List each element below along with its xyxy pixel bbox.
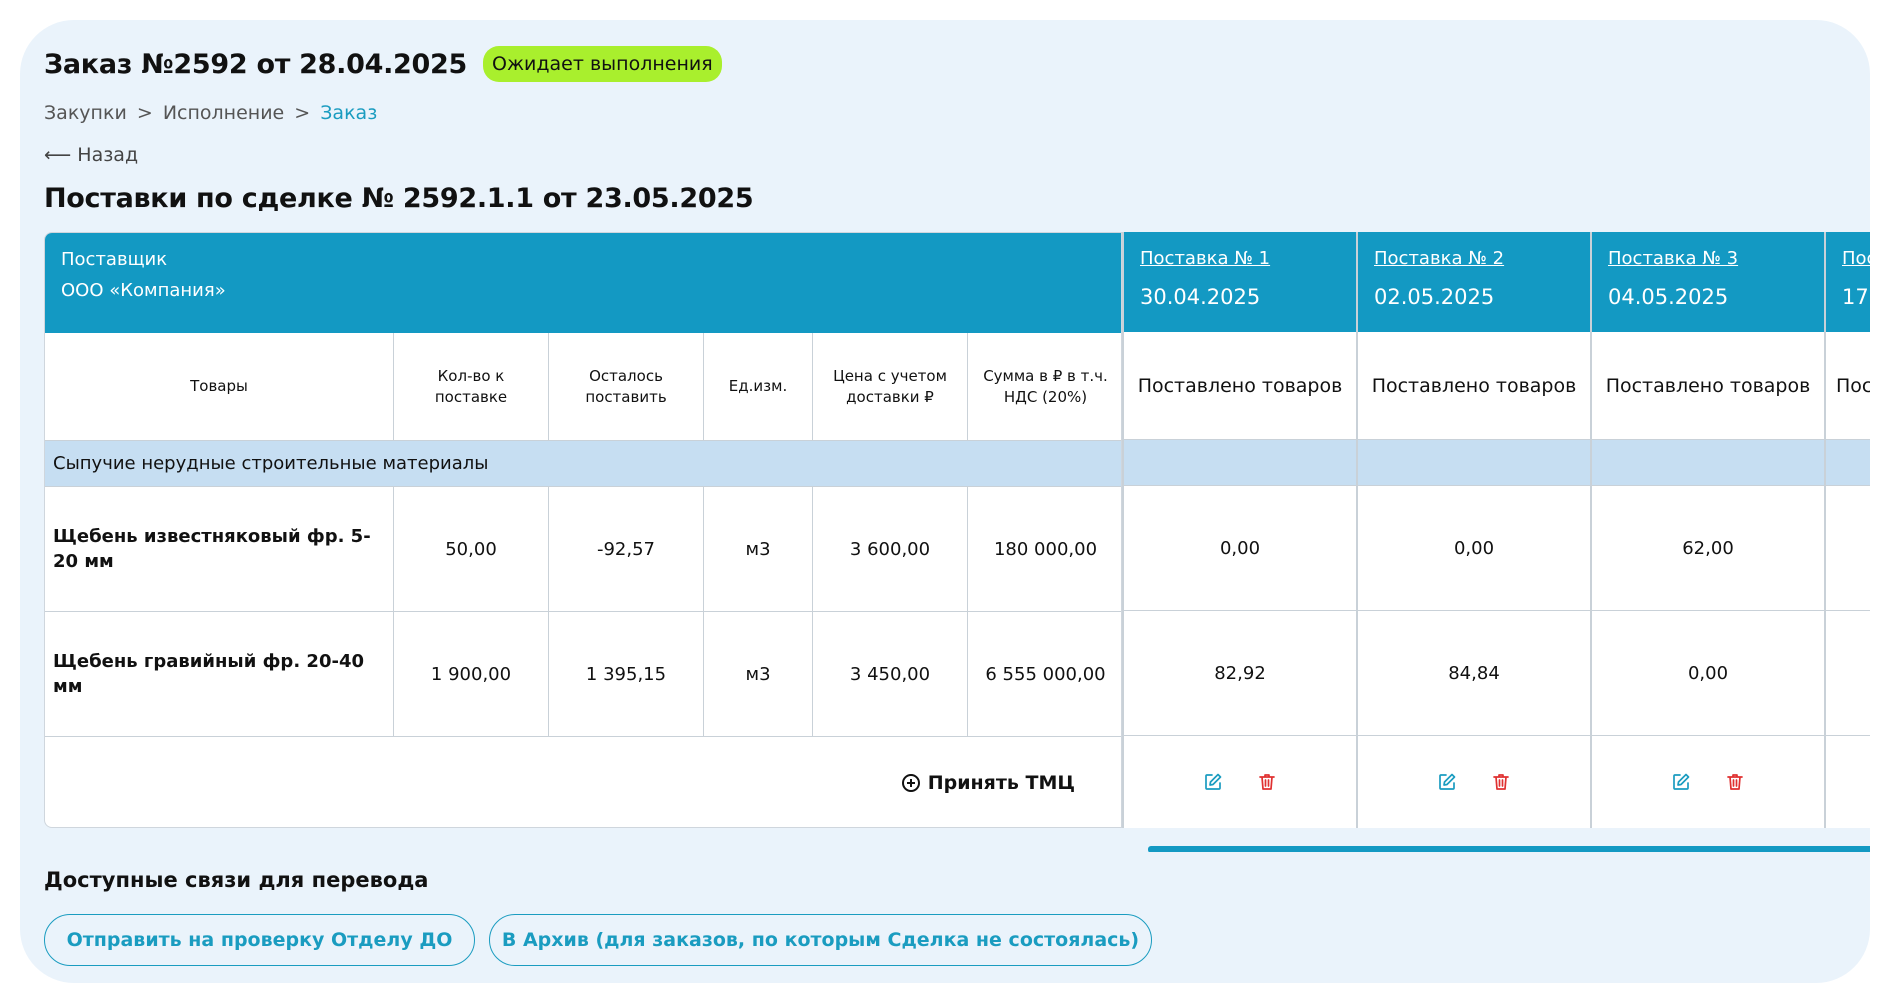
delivery-link[interactable]: Поставка № 2 [1374, 248, 1574, 269]
edit-icon[interactable] [1671, 772, 1691, 792]
delivery-column-2: Поставка № 2 02.05.2025 Поставлено товар… [1356, 232, 1590, 828]
price-cell: 3 450,00 [813, 612, 968, 736]
delivered-goods-header: Поставлено товаров [1358, 332, 1590, 440]
delivered-goods-header: Поставлено товаров [1826, 332, 1870, 440]
unit-cell: м3 [704, 612, 813, 736]
breadcrumb: Закупки > Исполнение > Заказ [44, 102, 377, 124]
plus-circle-icon [901, 774, 920, 792]
delivery-link[interactable]: Поставка № 4 [1842, 248, 1870, 269]
delivery-actions [1124, 736, 1356, 828]
table-footer: Принять ТМЦ [45, 737, 1121, 827]
delivery-header: Поставка № 4 17.05.2025 [1826, 232, 1870, 332]
delivery-date: 04.05.2025 [1608, 285, 1729, 309]
delivery-header: Поставка № 2 02.05.2025 [1358, 232, 1590, 332]
delivered-qty-cell: 82,92 [1124, 611, 1356, 736]
delivered-qty-cell [1826, 611, 1870, 736]
table-row: Щебень известняковый фр. 5-20 мм 50,00 -… [45, 487, 1121, 612]
delivery-actions [1826, 736, 1870, 828]
product-name: Щебень известняковый фр. 5-20 мм [45, 487, 394, 611]
delivered-goods-header: Поставлено товаров [1592, 332, 1824, 440]
breadcrumb-item-current[interactable]: Заказ [320, 102, 377, 124]
group-row: Сыпучие нерудные строительные материалы [45, 441, 1121, 487]
delivered-qty-cell: 0,00 [1358, 486, 1590, 611]
unit-cell: м3 [704, 487, 813, 611]
delete-icon[interactable] [1257, 772, 1277, 792]
delivery-date: 30.04.2025 [1140, 285, 1261, 309]
delivered-qty-cell: 62,00 [1592, 486, 1824, 611]
qty-cell: 1 900,00 [394, 612, 549, 736]
goods-table: Поставщик ООО «Компания» Товары Кол-во к… [44, 232, 1122, 828]
transitions-title: Доступные связи для перевода [44, 868, 429, 892]
supplier-name: ООО «Компания» [61, 280, 226, 301]
send-to-review-button[interactable]: Отправить на проверку Отделу ДО [44, 914, 475, 966]
column-header-sum: Сумма в ₽ в т.ч. НДС (20%) [983, 367, 1108, 406]
edit-icon[interactable] [1437, 772, 1457, 792]
sum-cell: 6 555 000,00 [985, 663, 1106, 685]
breadcrumb-separator: > [136, 102, 153, 124]
delivery-link[interactable]: Поставка № 1 [1140, 248, 1340, 269]
delete-icon[interactable] [1491, 772, 1511, 792]
delivery-column-3: Поставка № 3 04.05.2025 Поставлено товар… [1590, 232, 1824, 828]
horizontal-scrollbar[interactable] [1148, 846, 1870, 852]
edit-icon[interactable] [1203, 772, 1223, 792]
remaining-cell: -92,57 [549, 487, 704, 611]
group-row-cell [1124, 440, 1356, 486]
delivery-date: 02.05.2025 [1374, 285, 1495, 309]
breadcrumb-item-purchases[interactable]: Закупки [44, 102, 127, 124]
delivery-header: Поставка № 1 30.04.2025 [1124, 232, 1356, 332]
supplier-header: Поставщик ООО «Компания» [45, 233, 1121, 333]
accept-goods-button[interactable]: Принять ТМЦ [901, 772, 1075, 794]
page-title: Заказ №2592 от 28.04.2025 [44, 48, 467, 80]
back-link[interactable]: ⟵ Назад [44, 144, 138, 166]
delivery-actions [1358, 736, 1590, 828]
column-header-unit: Ед.изм. [704, 333, 813, 440]
column-header-qty: Кол-во к поставке [394, 333, 549, 440]
delivered-qty-cell: 0,00 [1124, 486, 1356, 611]
accept-goods-label: Принять ТМЦ [927, 772, 1075, 794]
group-row-cell [1592, 440, 1824, 486]
group-row-cell [1826, 440, 1870, 486]
qty-cell: 50,00 [394, 487, 549, 611]
delivered-qty-cell: 84,84 [1358, 611, 1590, 736]
delivered-goods-header: Поставлено товаров [1124, 332, 1356, 440]
group-row-cell [1358, 440, 1590, 486]
delivery-date: 17.05.2025 [1842, 285, 1870, 309]
order-card: Заказ №2592 от 28.04.2025 Ожидает выполн… [20, 20, 1870, 983]
delivery-column-1: Поставка № 1 30.04.2025 Поставлено товар… [1122, 232, 1356, 828]
remaining-cell: 1 395,15 [549, 612, 704, 736]
deliveries-table: Поставщик ООО «Компания» Товары Кол-во к… [44, 232, 1870, 852]
delete-icon[interactable] [1725, 772, 1745, 792]
product-name: Щебень гравийный фр. 20-40 мм [45, 612, 394, 736]
status-badge: Ожидает выполнения [482, 46, 722, 82]
delivered-qty-cell: 0,00 [1592, 611, 1824, 736]
column-header-price: Цена с учетом доставки ₽ [813, 333, 968, 440]
price-cell: 3 600,00 [813, 487, 968, 611]
column-header-goods: Товары [45, 333, 394, 440]
section-title: Поставки по сделке № 2592.1.1 от 23.05.2… [44, 183, 754, 214]
delivery-header: Поставка № 3 04.05.2025 [1592, 232, 1824, 332]
breadcrumb-item-execution[interactable]: Исполнение [163, 102, 284, 124]
table-row: Щебень гравийный фр. 20-40 мм 1 900,00 1… [45, 612, 1121, 737]
sum-cell: 180 000,00 [993, 538, 1098, 560]
breadcrumb-separator: > [294, 102, 311, 124]
delivery-column-4: Поставка № 4 17.05.2025 Поставлено товар… [1824, 232, 1870, 828]
column-headers: Товары Кол-во к поставке Осталось постав… [45, 333, 1121, 441]
column-header-remaining: Осталось поставить [549, 333, 704, 440]
supplier-label: Поставщик [61, 249, 168, 270]
delivery-actions [1592, 736, 1824, 828]
archive-button[interactable]: В Архив (для заказов, по которым Сделка … [489, 914, 1152, 966]
title-row: Заказ №2592 от 28.04.2025 Ожидает выполн… [44, 46, 722, 82]
delivery-link[interactable]: Поставка № 3 [1608, 248, 1808, 269]
delivered-qty-cell [1826, 486, 1870, 611]
